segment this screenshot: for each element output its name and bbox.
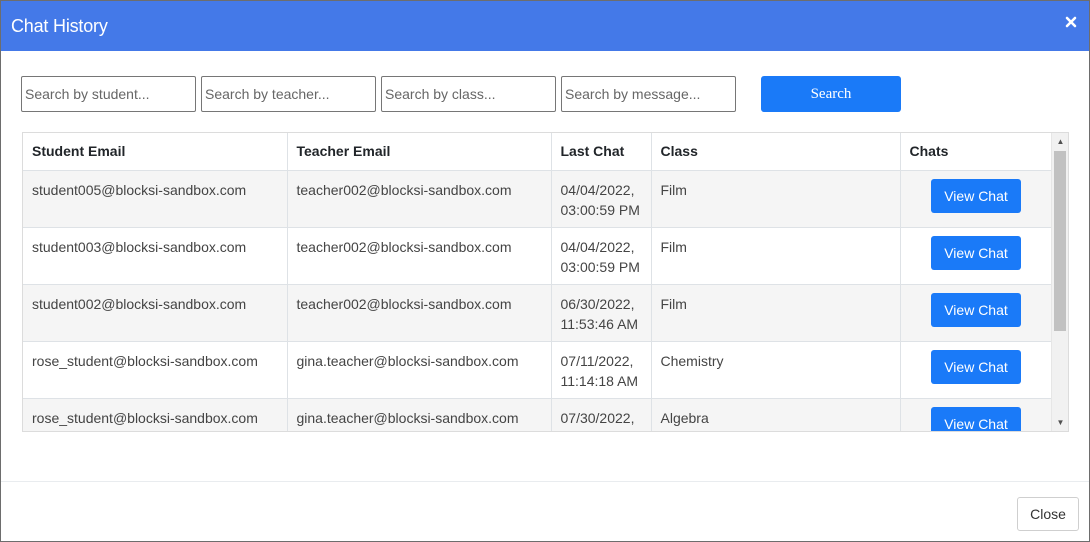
class-cell: Film [651, 284, 901, 342]
last-chat-cell: 06/30/2022, 11:53:46 AM [551, 284, 652, 342]
table-row: student002@blocksi-sandbox.com teacher00… [23, 284, 1053, 342]
chats-cell: View Chat [900, 284, 1053, 342]
last-chat-time: 11:53:46 AM [560, 315, 639, 332]
column-header-last-chat[interactable]: Last Chat [551, 133, 652, 171]
class-cell: Film [651, 227, 901, 285]
last-chat-time: 03:00:59 PM [560, 201, 640, 218]
search-class-input[interactable] [381, 76, 556, 112]
scroll-thumb[interactable] [1054, 151, 1066, 331]
view-chat-button[interactable]: View Chat [931, 292, 1021, 327]
student-email-cell: student003@blocksi-sandbox.com [23, 227, 288, 285]
table-scrollbar[interactable]: ▲ ▼ [1051, 133, 1068, 431]
chat-table-container: Student Email Teacher Email Last Chat Cl… [22, 132, 1069, 432]
student-email-cell: rose_student@blocksi-sandbox.com [23, 341, 288, 399]
chat-history-dialog: Chat History Search Student Email [0, 0, 1090, 542]
teacher-email-cell: teacher002@blocksi-sandbox.com [287, 284, 552, 342]
table-row: student005@blocksi-sandbox.com teacher00… [23, 170, 1053, 228]
search-teacher-input[interactable] [201, 76, 376, 112]
table-row: rose_student@blocksi-sandbox.com gina.te… [23, 341, 1053, 399]
teacher-email-cell: gina.teacher@blocksi-sandbox.com [287, 398, 552, 431]
teacher-email-cell: gina.teacher@blocksi-sandbox.com [287, 341, 552, 399]
student-email-cell: student002@blocksi-sandbox.com [23, 284, 288, 342]
close-icon[interactable] [1063, 14, 1079, 30]
search-button[interactable]: Search [761, 76, 901, 112]
table-row: student003@blocksi-sandbox.com teacher00… [23, 227, 1053, 285]
column-header-class[interactable]: Class [651, 133, 901, 171]
last-chat-time: 11:14:18 AM [560, 372, 639, 389]
last-chat-date: 07/30/2022, [560, 409, 635, 426]
footer-divider [1, 481, 1089, 482]
class-cell: Algebra [651, 398, 901, 431]
scroll-up-icon[interactable]: ▲ [1052, 133, 1068, 150]
last-chat-date: 04/04/2022, [560, 181, 635, 198]
column-header-chats: Chats [900, 133, 1053, 171]
chats-cell: View Chat [900, 341, 1053, 399]
dialog-title: Chat History [11, 15, 108, 36]
last-chat-date: 06/30/2022, [560, 295, 635, 312]
scroll-down-icon[interactable]: ▼ [1052, 414, 1068, 431]
search-message-input[interactable] [561, 76, 736, 112]
class-cell: Chemistry [651, 341, 901, 399]
chats-cell: View Chat [900, 398, 1053, 431]
dialog-header: Chat History [1, 1, 1089, 51]
teacher-email-cell: teacher002@blocksi-sandbox.com [287, 227, 552, 285]
close-button[interactable]: Close [1017, 497, 1079, 531]
view-chat-button[interactable]: View Chat [931, 349, 1021, 384]
last-chat-cell: 07/11/2022, 11:14:18 AM [551, 341, 652, 399]
teacher-email-cell: teacher002@blocksi-sandbox.com [287, 170, 552, 228]
last-chat-date: 07/11/2022, [560, 352, 634, 369]
view-chat-button[interactable]: View Chat [931, 406, 1021, 431]
last-chat-time: 03:00:59 PM [560, 258, 640, 275]
column-header-student-email[interactable]: Student Email [23, 133, 288, 171]
class-cell: Film [651, 170, 901, 228]
chat-table: Student Email Teacher Email Last Chat Cl… [23, 133, 1053, 431]
last-chat-cell: 04/04/2022, 03:00:59 PM [551, 227, 652, 285]
student-email-cell: rose_student@blocksi-sandbox.com [23, 398, 288, 431]
view-chat-button[interactable]: View Chat [931, 178, 1021, 213]
chats-cell: View Chat [900, 170, 1053, 228]
search-bar: Search [21, 76, 901, 112]
view-chat-button[interactable]: View Chat [931, 235, 1021, 270]
student-email-cell: student005@blocksi-sandbox.com [23, 170, 288, 228]
chats-cell: View Chat [900, 227, 1053, 285]
column-header-teacher-email[interactable]: Teacher Email [287, 133, 552, 171]
table-row: rose_student@blocksi-sandbox.com gina.te… [23, 398, 1053, 431]
last-chat-cell: 04/04/2022, 03:00:59 PM [551, 170, 652, 228]
table-header-row: Student Email Teacher Email Last Chat Cl… [23, 133, 1053, 171]
last-chat-cell: 07/30/2022, [551, 398, 652, 431]
search-student-input[interactable] [21, 76, 196, 112]
last-chat-date: 04/04/2022, [560, 238, 635, 255]
